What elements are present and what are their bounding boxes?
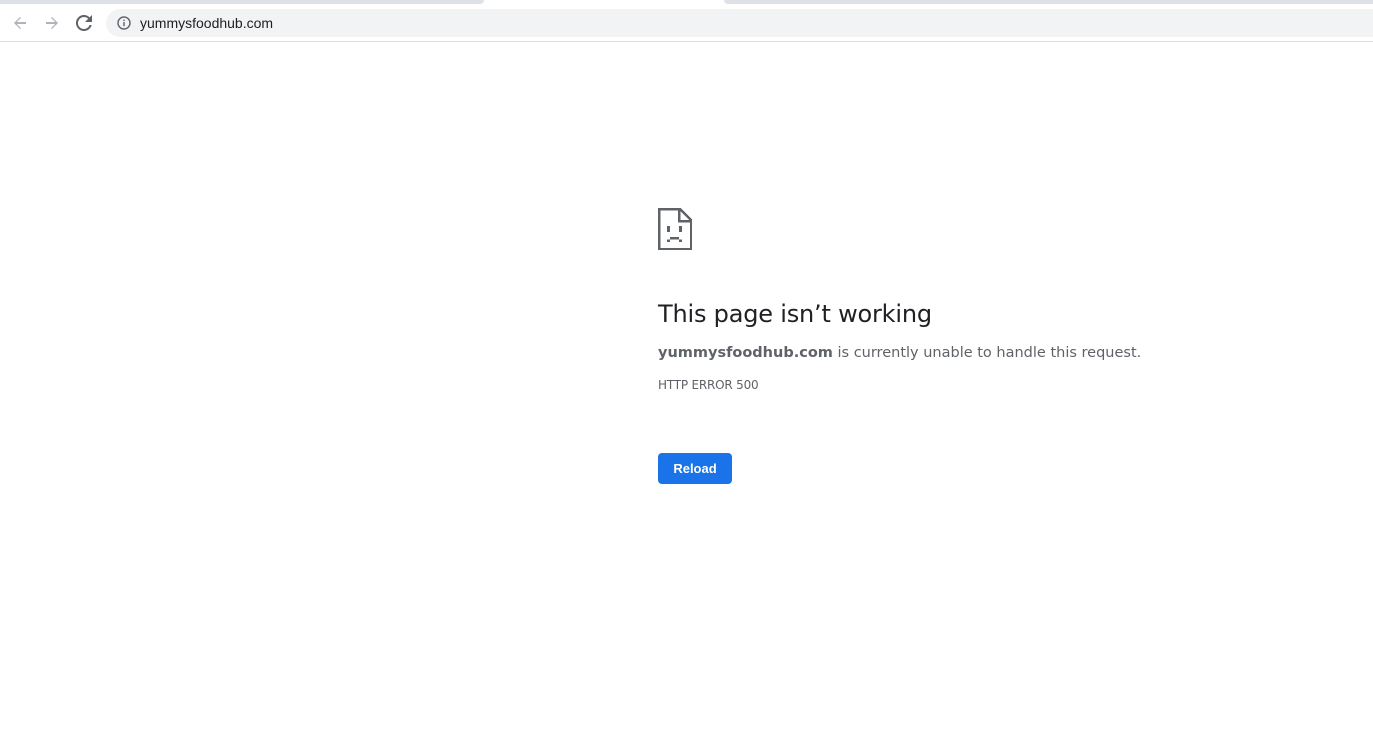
back-button[interactable] [6, 9, 34, 37]
address-bar[interactable]: yummysfoodhub.com [106, 9, 1373, 37]
arrow-left-icon [12, 15, 28, 31]
info-icon[interactable] [116, 15, 132, 31]
error-code: HTTP ERROR 500 [658, 378, 759, 392]
browser-toolbar: yummysfoodhub.com [0, 4, 1373, 42]
error-host: yummysfoodhub.com [658, 345, 833, 361]
refresh-icon [76, 15, 92, 31]
sad-document-icon [658, 208, 1258, 250]
reload-button[interactable]: Reload [658, 453, 732, 484]
forward-button[interactable] [38, 9, 66, 37]
reload-toolbar-button[interactable] [70, 9, 98, 37]
error-headline: This page isn’t working [658, 300, 932, 328]
error-description-text: is currently unable to handle this reque… [832, 345, 1142, 361]
url-text[interactable]: yummysfoodhub.com [140, 15, 273, 31]
error-page-content: This page isn’t working yummysfoodhub.co… [658, 208, 1258, 484]
arrow-right-icon [44, 15, 60, 31]
error-description: yummysfoodhub.com is currently unable to… [658, 343, 1258, 363]
